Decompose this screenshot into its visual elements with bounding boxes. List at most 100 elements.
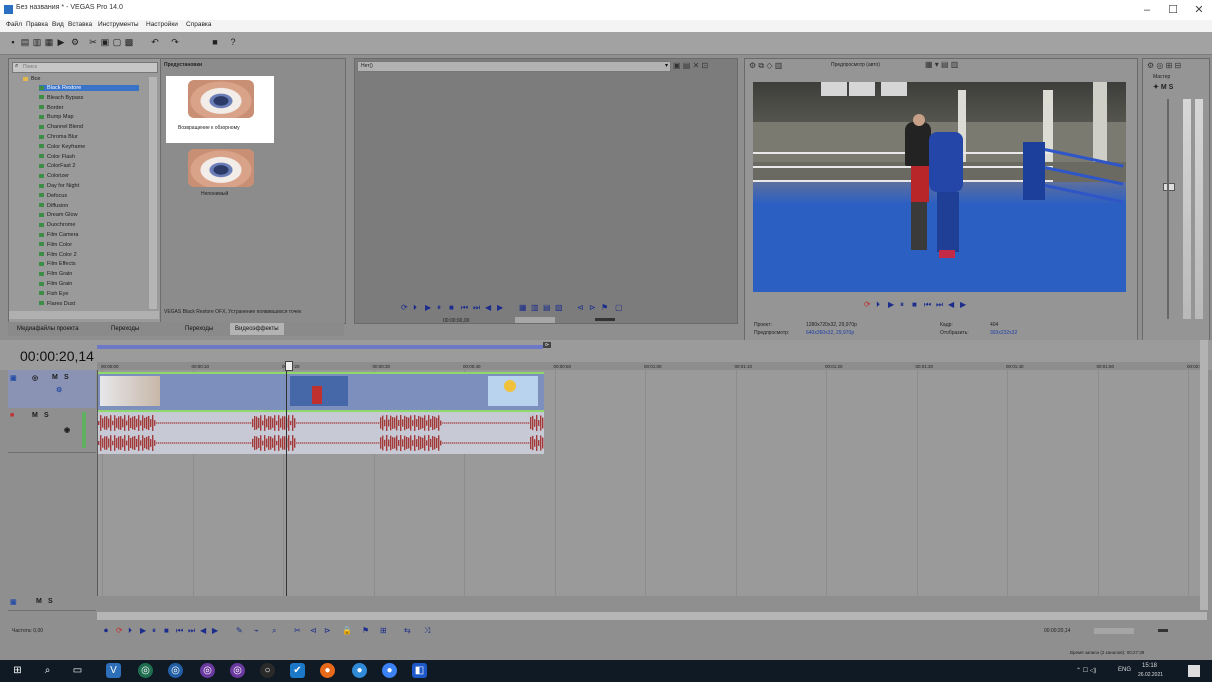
pause-icon[interactable]: ⏸ — [437, 303, 441, 313]
tree-item[interactable]: Bleach Bypass — [39, 95, 139, 101]
master-fader[interactable] — [1163, 183, 1175, 191]
properties-icon[interactable]: ▶ — [56, 37, 66, 47]
compositing-icon[interactable]: ⚙ — [56, 386, 62, 394]
tree-horizontal-scrollbar[interactable] — [9, 311, 159, 319]
marker-icon[interactable]: ⚑ — [362, 626, 369, 635]
menu-edit[interactable]: Правка — [26, 21, 48, 28]
settings-icon[interactable]: ⚙ — [70, 37, 80, 47]
overlay-icon[interactable]: ▥ — [775, 61, 783, 70]
vegas-taskbar-icon[interactable]: V — [106, 663, 121, 678]
menu-insert[interactable]: Вставка — [68, 21, 92, 28]
track-fx-icon[interactable]: ◎ — [32, 374, 38, 382]
paste-icon[interactable]: ▢ — [112, 37, 122, 47]
app-icon[interactable]: ◎ — [138, 663, 153, 678]
trimmer-tools[interactable]: ▣ ▤ ✕ ⊡ — [673, 61, 708, 70]
play-icon[interactable]: ▶ — [888, 300, 894, 309]
marker-icon[interactable]: ⊲ — [577, 303, 584, 312]
tree-item[interactable]: Color Keyframe — [39, 144, 139, 150]
tab-video-fx[interactable]: Видеоэффекты — [230, 323, 284, 335]
insert-icon[interactable]: ▤ — [543, 303, 551, 312]
tab-project-media[interactable]: Медиафайлы проекта — [12, 323, 84, 335]
tree-root[interactable]: Все — [23, 76, 40, 82]
audio-track-header[interactable]: ■ M S ◉ — [8, 408, 96, 453]
app-icon[interactable]: ✔ — [290, 663, 305, 678]
timeline-zoom-slider[interactable] — [1094, 628, 1134, 634]
tree-item[interactable]: Day for Night — [39, 183, 139, 189]
close-button[interactable]: ✕ — [1188, 2, 1210, 18]
next-frame-icon[interactable]: ⏭ — [188, 626, 195, 636]
search-icon[interactable]: ⌕ — [40, 663, 55, 678]
pause-icon[interactable]: ⏸ — [900, 300, 904, 310]
task-view-icon[interactable]: ▭ — [70, 663, 85, 678]
tree-item[interactable]: Colorizer — [39, 173, 139, 179]
redo-icon[interactable]: ↷ — [170, 37, 180, 47]
flag-icon[interactable]: ⚑ — [601, 303, 608, 312]
tree-item[interactable]: Film Grain — [39, 281, 139, 287]
add-to-timeline-icon[interactable]: ▥ — [531, 303, 539, 312]
audio-clip[interactable] — [98, 410, 544, 454]
mute-button[interactable]: M — [32, 412, 38, 419]
snapshot-icon[interactable]: ▢ — [615, 303, 623, 312]
tree-item[interactable]: Film Color — [39, 242, 139, 248]
language-indicator[interactable]: ENG — [1118, 667, 1131, 673]
play-from-start-icon[interactable]: ⏵ — [128, 626, 132, 636]
mixer-toolbar[interactable]: ⚙ ◎ ⊞ ⊟ — [1147, 61, 1181, 70]
notification-icon[interactable] — [1188, 665, 1200, 677]
app-icon[interactable]: ◎ — [200, 663, 215, 678]
trim-mode-icon[interactable]: ▦ — [519, 303, 527, 312]
external-monitor-icon[interactable]: ⧉ — [758, 61, 764, 70]
next-frame-icon[interactable]: ⏭ — [473, 303, 480, 313]
overwrite-icon[interactable]: ▧ — [555, 303, 563, 312]
stop-icon[interactable]: ■ — [449, 303, 454, 312]
tree-item[interactable]: Film Color 2 — [39, 252, 139, 258]
mute-button[interactable]: M — [36, 598, 42, 605]
solo-button[interactable]: S — [48, 598, 53, 605]
playhead[interactable] — [286, 370, 287, 596]
forward-icon[interactable]: ▶ — [960, 300, 966, 309]
split-icon[interactable]: ◇ — [766, 61, 772, 70]
forward-icon[interactable]: ▶ — [212, 626, 218, 635]
track-expand-icon[interactable]: ▣ — [10, 374, 17, 382]
trimmer-zoom-handle[interactable] — [595, 318, 615, 321]
app-icon[interactable]: ◎ — [230, 663, 245, 678]
play-icon[interactable]: ▶ — [425, 303, 431, 312]
loop-end-marker[interactable]: ⊳ — [543, 342, 552, 348]
tree-item[interactable]: Film Camera — [39, 232, 139, 238]
mute-button[interactable]: M — [52, 374, 58, 381]
cut-icon[interactable]: ✂ — [88, 37, 98, 47]
video-track-header[interactable]: ▣ ◎ M S ⚙ — [8, 370, 96, 409]
tree-item[interactable]: Bump Map — [39, 114, 139, 120]
zoom-icon[interactable]: ⌕ — [272, 626, 276, 636]
next-frame-icon[interactable]: ⏭ — [936, 300, 943, 310]
snap-icon[interactable]: ⊞ — [380, 626, 387, 635]
tree-item[interactable]: Duochrome — [39, 222, 139, 228]
maximize-button[interactable]: ☐ — [1162, 2, 1184, 18]
menu-file[interactable]: Файл — [6, 21, 22, 28]
video-clip[interactable] — [98, 372, 544, 410]
prev-frame-icon[interactable]: ⏮ — [176, 626, 183, 636]
tree-item[interactable]: Defocus — [39, 193, 139, 199]
clock-date[interactable]: 26.02.2021 — [1138, 672, 1163, 678]
loop-icon[interactable]: ⟳ — [864, 300, 871, 309]
prev-frame-icon[interactable]: ⏮ — [924, 300, 931, 310]
minimize-button[interactable]: – — [1136, 2, 1158, 18]
forward-icon[interactable]: ▶ — [497, 303, 503, 312]
tree-item[interactable]: Flares Dust — [39, 301, 139, 307]
render-icon[interactable]: ▦ — [44, 37, 54, 47]
prev-frame-icon[interactable]: ⏮ — [461, 303, 468, 313]
ripple-icon[interactable]: ⇆ — [404, 626, 411, 635]
trim-end-icon[interactable]: ⊳ — [324, 626, 331, 635]
region-icon[interactable]: ⊳ — [589, 303, 596, 312]
windows-start-icon[interactable]: ⊞ — [10, 663, 25, 678]
menu-help[interactable]: Справка — [186, 21, 212, 28]
tree-item[interactable]: Diffusion — [39, 203, 139, 209]
stop-icon[interactable]: ■ — [164, 626, 169, 635]
app-icon[interactable]: ○ — [260, 663, 275, 678]
copy-icon[interactable]: ▣ — [100, 37, 110, 47]
tab-explorer[interactable]: Переходы — [106, 323, 144, 335]
playhead-handle[interactable] — [285, 361, 293, 371]
tree-item[interactable]: Film Effects — [39, 261, 139, 267]
trimmer-zoom-slider[interactable] — [515, 317, 555, 323]
tree-item[interactable]: Chroma Blur — [39, 134, 139, 140]
solo-button[interactable]: S — [64, 374, 69, 381]
